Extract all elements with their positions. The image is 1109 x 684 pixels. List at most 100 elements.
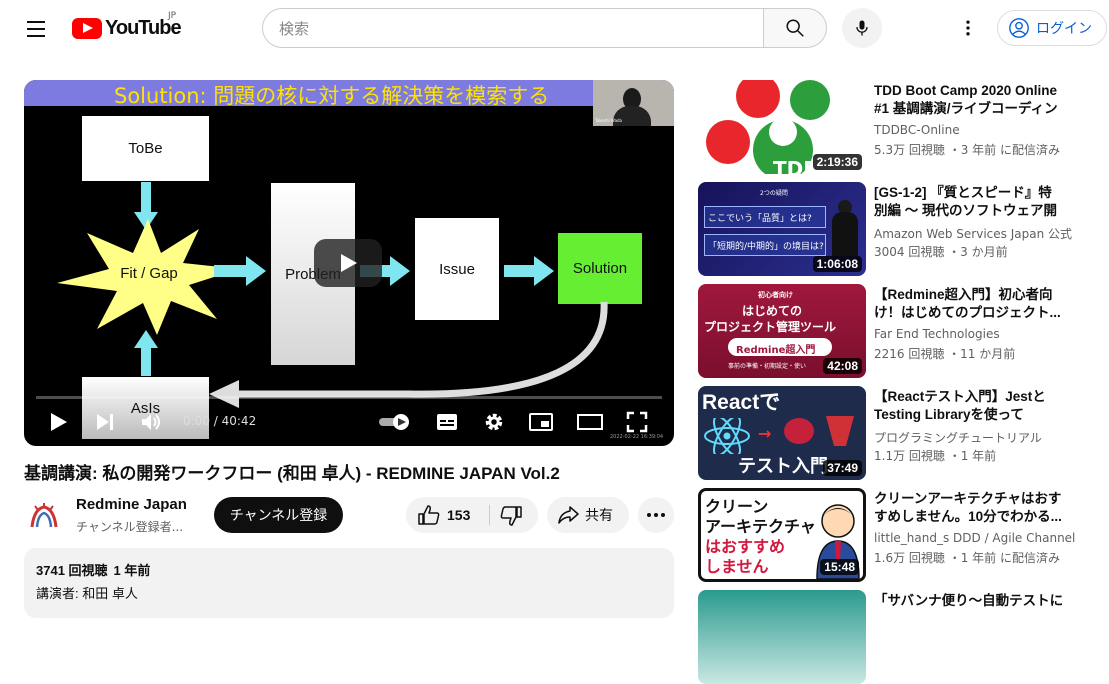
video-duration: 2:19:36: [812, 154, 862, 170]
subtitles-button[interactable]: [432, 408, 462, 436]
video-duration: 1:06:08: [812, 256, 862, 272]
channel-subscriber-count: チャンネル登録者...: [76, 520, 184, 534]
arrow-up-icon: [134, 330, 158, 376]
recommended-channel[interactable]: TDDBC-Online: [874, 123, 960, 137]
testing-library-logo-icon: [826, 416, 854, 446]
like-count: 153: [447, 507, 471, 523]
settings-menu-button[interactable]: [952, 12, 984, 44]
theater-icon: [577, 414, 603, 430]
recording-timestamp: 2022-02-22 16:39:04: [610, 434, 664, 440]
gear-icon: [485, 413, 503, 431]
thumbnail-text: テスト入門: [738, 456, 828, 477]
channel-avatar[interactable]: [26, 497, 62, 533]
youtube-logo[interactable]: YouTube: [72, 16, 182, 40]
webcam-label: Takeshi Wada: [595, 118, 623, 123]
fullscreen-icon: [626, 411, 648, 433]
subtitles-icon: [437, 414, 457, 430]
upload-age: 1 年前: [113, 563, 151, 578]
view-count: 3741 回視聴: [36, 563, 108, 578]
search-icon: [786, 19, 804, 37]
recommended-video[interactable]: 2つの疑問 ここでいう「品質」とは? 「短期的/中期的」の境目は? 1:06:0…: [698, 182, 1108, 276]
recommended-video[interactable]: Reactで → テスト入門 37:49 【Reactテスト入門】JestとTe…: [698, 386, 1108, 480]
recommended-meta: 3004 回視聴 ・3 か月前: [874, 245, 1008, 259]
thumbnail-text: ここでいう「品質」とは?: [708, 214, 812, 224]
more-horiz-icon: [647, 513, 665, 517]
thumbnail-text: Redmine超入門: [736, 345, 816, 356]
recommended-title[interactable]: 【Redmine超入門】初心者向け！はじめてのプロジェクト...: [874, 286, 1064, 322]
thumbnail-text: 「短期的/中期的」の境目は?: [708, 242, 824, 252]
recommended-meta: 2216 回視聴 ・11 か月前: [874, 347, 1016, 361]
volume-button[interactable]: [138, 408, 164, 436]
autoplay-toggle[interactable]: [376, 408, 412, 436]
recommended-video[interactable]: 「サバンナ便り〜自動テストに: [698, 590, 1108, 684]
video-player[interactable]: Solution: 問題の核に対する解決策を模索する Takeshi Wada …: [24, 80, 674, 446]
fullscreen-button[interactable]: [622, 408, 652, 436]
menu-icon[interactable]: [20, 14, 52, 42]
video-thumbnail[interactable]: [698, 590, 866, 684]
search-button[interactable]: [763, 8, 827, 48]
settings-button[interactable]: [479, 408, 509, 436]
recommended-channel[interactable]: Far End Technologies: [874, 327, 1000, 341]
video-duration: 42:08: [823, 358, 862, 374]
video-thumbnail[interactable]: クリーン アーキテクチャ はおすすめ しません 15:48: [698, 488, 866, 582]
big-play-button[interactable]: [314, 239, 382, 287]
login-button[interactable]: ログイン: [997, 10, 1107, 46]
share-button[interactable]: 共有: [547, 497, 629, 533]
description-line: 講演者: 和田 卓人: [36, 586, 138, 601]
recommended-meta: 1.1万 回視聴 ・1 年前: [874, 449, 997, 463]
like-dislike-group: 153: [406, 497, 538, 533]
speaker-webcam: Takeshi Wada: [593, 80, 674, 126]
thumbnail-text: はじめての: [742, 304, 803, 318]
recommended-channel[interactable]: プログラミングチュートリアル: [874, 429, 1042, 446]
like-icon[interactable]: [418, 505, 440, 525]
video-thumbnail[interactable]: TDD 2:19:36: [698, 80, 866, 174]
recommended-title[interactable]: TDD Boot Camp 2020 Online #1 基調講演/ライブコーデ…: [874, 82, 1064, 118]
subscribe-button[interactable]: チャンネル登録: [214, 497, 343, 533]
more-actions-button[interactable]: [638, 497, 674, 533]
play-icon: [51, 413, 67, 431]
fitgap-label: Fit / Gap: [120, 265, 178, 282]
recommended-video[interactable]: TDD 2:19:36 TDD Boot Camp 2020 Online #1…: [698, 80, 1108, 174]
more-vert-icon: [966, 20, 970, 36]
autoplay-toggle-icon: [379, 414, 409, 430]
channel-name[interactable]: Redmine Japan: [76, 496, 187, 513]
thumbnail-text: プロジェクト管理ツール: [704, 320, 837, 334]
search-input[interactable]: 検索: [262, 8, 764, 48]
arrow-right-icon: [214, 256, 266, 286]
logo-country-code: JP: [168, 11, 177, 21]
dislike-icon[interactable]: [500, 506, 522, 526]
recommended-video[interactable]: 初心者向け はじめての プロジェクト管理ツール Redmine超入門 事前の準備…: [698, 284, 1108, 378]
next-button[interactable]: [92, 408, 118, 436]
recommended-title[interactable]: 「サバンナ便り〜自動テストに: [874, 592, 1064, 610]
thumbnail-text: 2つの疑問: [760, 190, 788, 197]
account-icon: [1009, 18, 1029, 38]
recommended-meta: 1.6万 回視聴 ・1 年前 に配信済み: [874, 551, 1060, 565]
theater-mode-button[interactable]: [574, 408, 606, 436]
redmine-logo-icon: [30, 503, 58, 528]
voice-search-button[interactable]: [842, 8, 882, 48]
miniplayer-button[interactable]: [526, 408, 556, 436]
video-thumbnail[interactable]: 初心者向け はじめての プロジェクト管理ツール Redmine超入門 事前の準備…: [698, 284, 866, 378]
description-box[interactable]: 3741 回視聴 1 年前 講演者: 和田 卓人: [24, 548, 674, 618]
progress-bar[interactable]: [36, 396, 662, 399]
video-duration: 15:48: [820, 559, 859, 575]
recommended-title[interactable]: クリーンアーキテクチャはおすすめしません。10分でわかる...: [874, 490, 1064, 526]
thumbnail-text: しません: [705, 557, 769, 576]
arrow-icon: →: [758, 424, 772, 443]
recommended-channel[interactable]: Amazon Web Services Japan 公式: [874, 225, 1072, 242]
thumbnail-text: 初心者向け: [758, 291, 793, 299]
skip-next-icon: [97, 414, 113, 430]
video-title: 基調講演: 私の開発ワークフロー (和田 卓人) - REDMINE JAPAN…: [24, 464, 560, 483]
tobe-box: ToBe: [82, 116, 209, 181]
time-display: 0:00 / 40:42: [183, 414, 257, 428]
recommended-title[interactable]: [GS-1-2] 『質とスピード』特別編 〜 現代のソフトウェア開発...: [874, 184, 1064, 220]
thumbnail-text: Reactで: [702, 391, 781, 414]
recommended-title[interactable]: 【Reactテスト入門】JestとTesting Libraryを使ってReac…: [874, 388, 1064, 424]
miniplayer-icon: [529, 413, 553, 431]
video-thumbnail[interactable]: 2つの疑問 ここでいう「品質」とは? 「短期的/中期的」の境目は? 1:06:0…: [698, 182, 866, 276]
play-button[interactable]: [46, 408, 72, 436]
recommended-channel[interactable]: little_hand_s DDD / Agile Channel: [874, 531, 1075, 545]
video-thumbnail[interactable]: Reactで → テスト入門 37:49: [698, 386, 866, 480]
recommended-video[interactable]: クリーン アーキテクチャ はおすすめ しません 15:48 クリーンアーキテクチ…: [698, 488, 1108, 582]
arrow-right-icon: [504, 256, 554, 286]
